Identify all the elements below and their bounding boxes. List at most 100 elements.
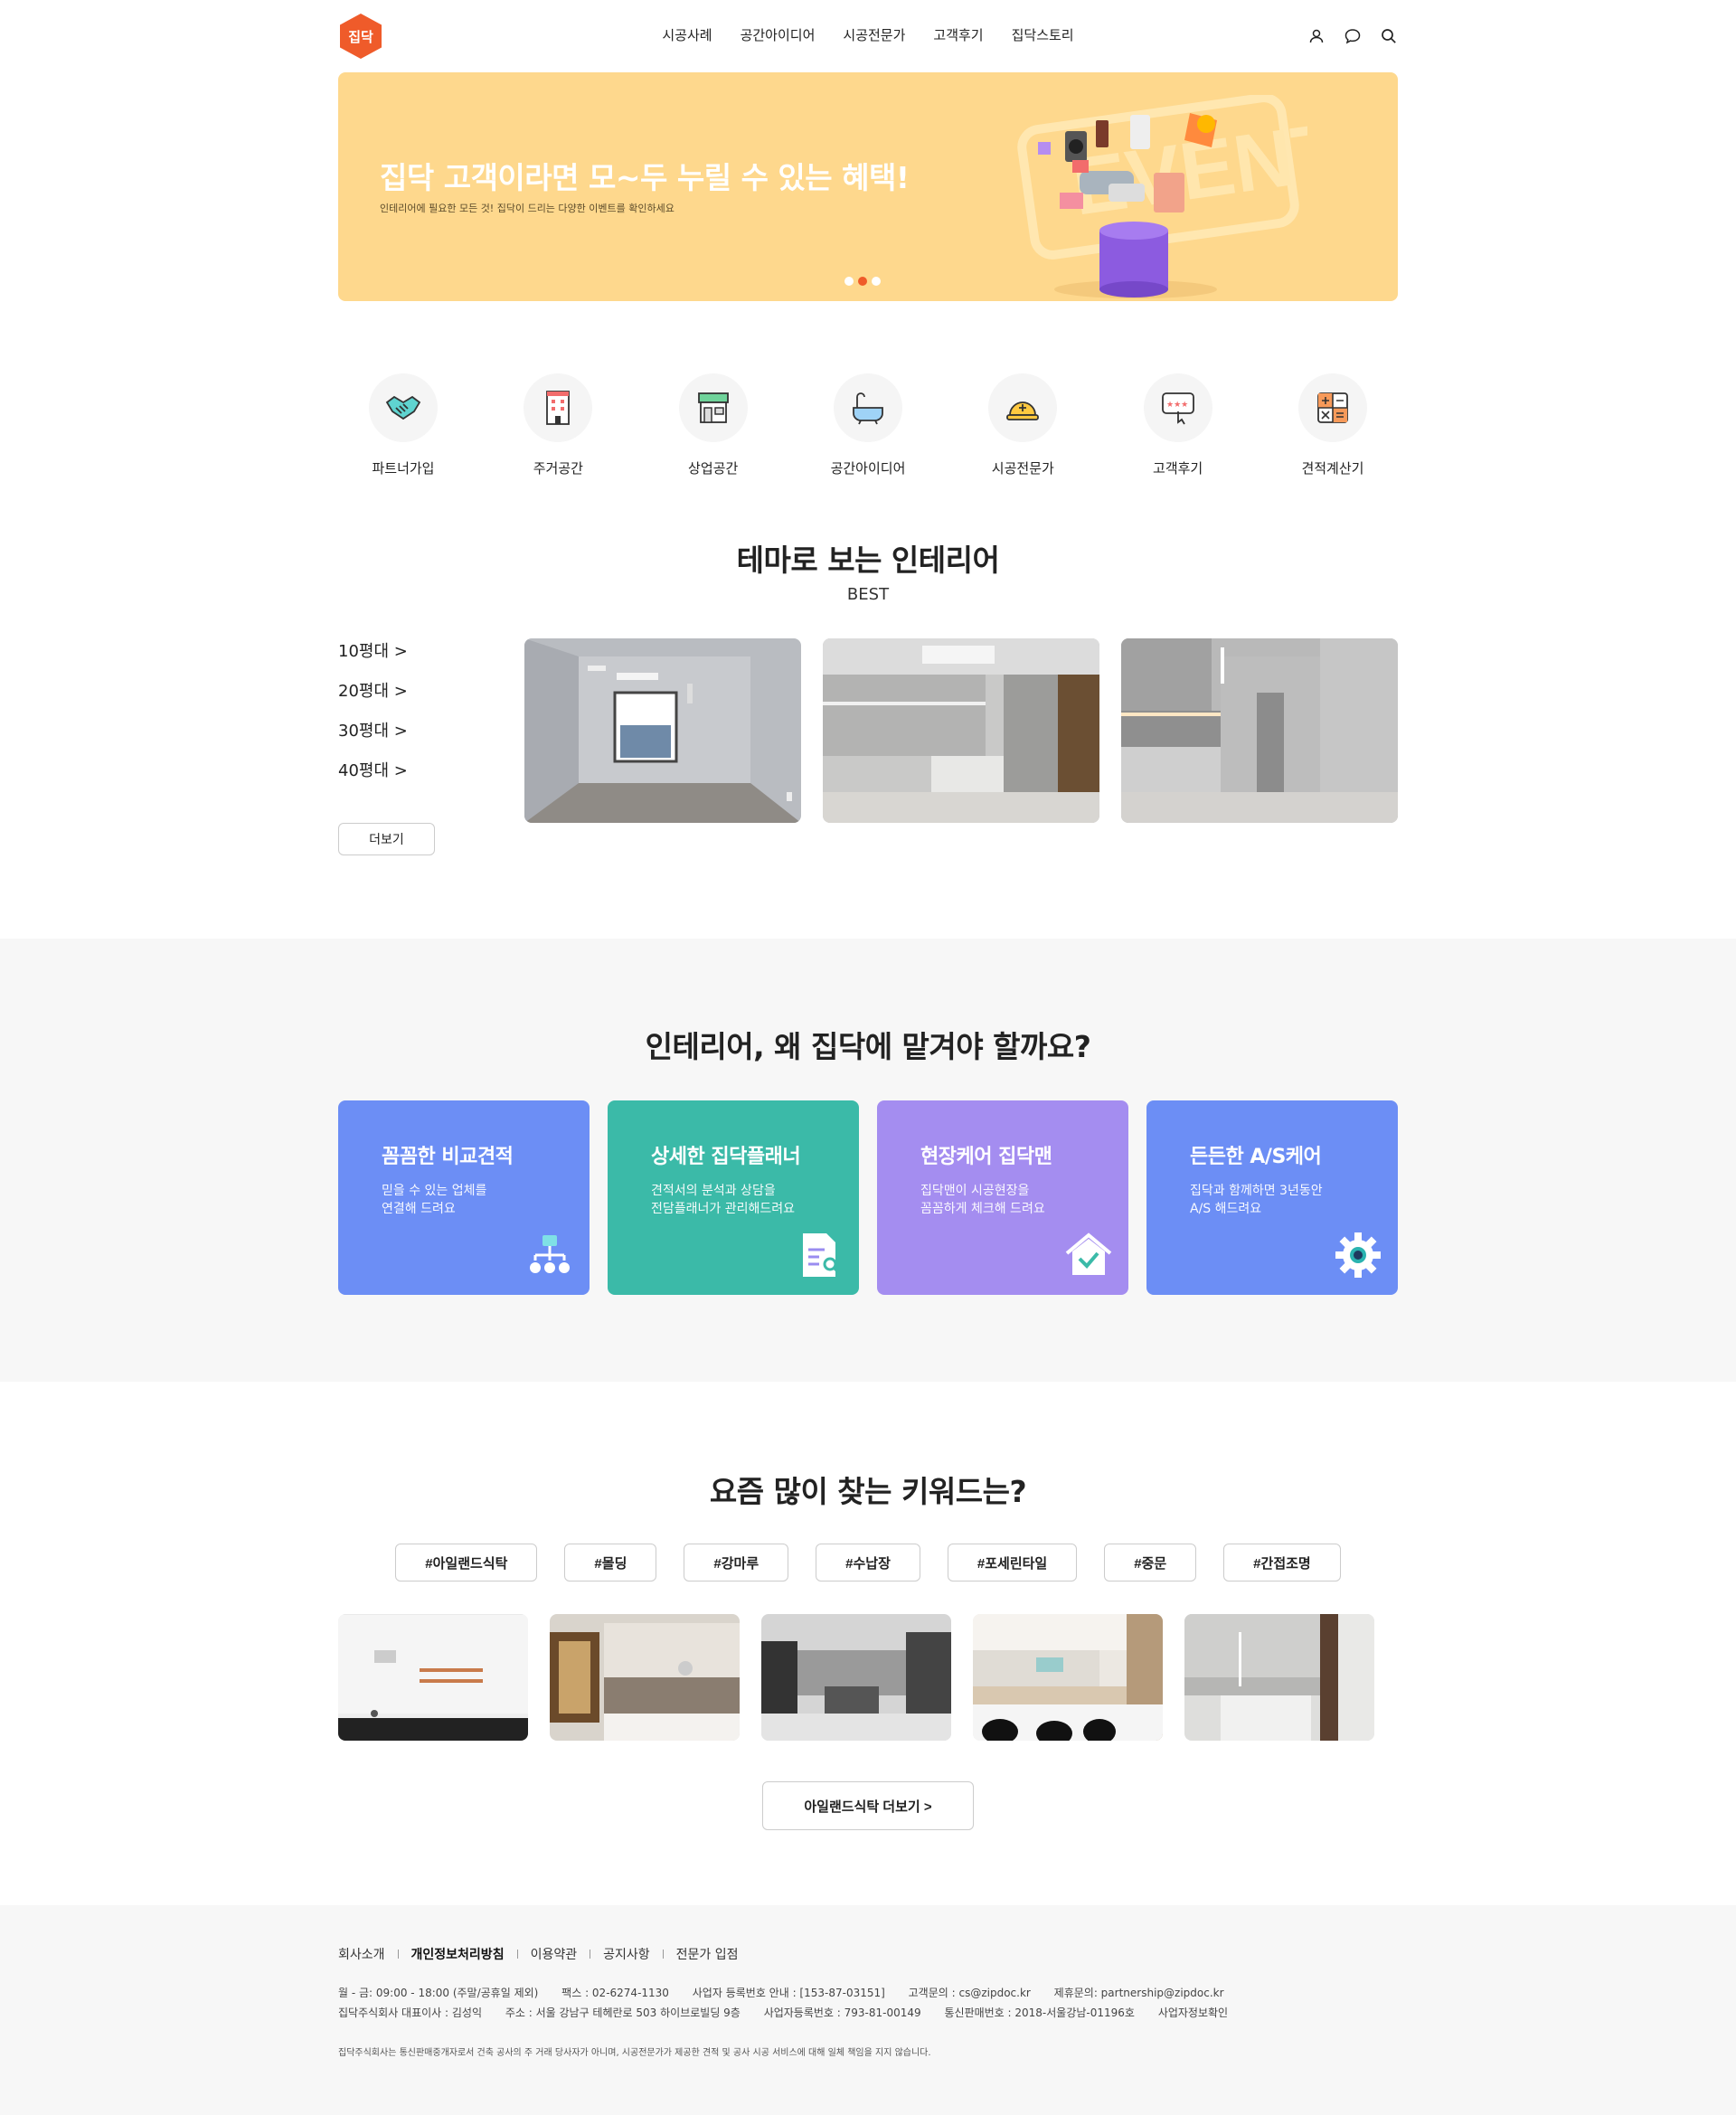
pagination-dot[interactable] xyxy=(844,277,854,286)
keyword-image[interactable] xyxy=(338,1614,528,1741)
card-desc-line: 전담플래너가 관리해드려요 xyxy=(651,1202,796,1216)
footer-link-expert-join[interactable]: 전문가 입점 xyxy=(676,1945,739,1963)
tag-molding[interactable]: #몰딩 xyxy=(564,1544,657,1582)
site-footer: 회사소개 개인정보처리방침 이용약관 공지사항 전문가 입점 월 - 금: 09… xyxy=(0,1905,1736,2115)
fax: 팩스 : 02-6274-1130 xyxy=(561,1987,669,1999)
tag-island-table[interactable]: #아일랜드식탁 xyxy=(395,1544,538,1582)
card-desc-line: A/S 해드려요 xyxy=(1190,1202,1262,1216)
keyword-title: 요즘 많이 찾는 키워드는? xyxy=(709,1474,1027,1509)
card-desc-line: 믿을 수 있는 업체를 xyxy=(382,1184,487,1198)
theme-image[interactable] xyxy=(1121,638,1398,823)
quick-label: 공간아이디어 xyxy=(830,460,906,477)
footer-link-about[interactable]: 회사소개 xyxy=(338,1945,385,1963)
handshake-icon xyxy=(369,373,438,442)
card-desc: 믿을 수 있는 업체를연결해 드려요 xyxy=(382,1182,546,1218)
keyword-tags: #아일랜드식탁 #몰딩 #강마루 #수납장 #포세린타일 #중문 #간접조명 xyxy=(338,1544,1398,1582)
calculator-icon xyxy=(1297,373,1367,442)
banner-title: 집닥 고객이라면 모~두 누릴 수 있는 혜택! xyxy=(380,160,910,195)
card-desc: 집닥맨이 시공현장을꼼꼼하게 체크해 드려요 xyxy=(920,1182,1085,1218)
size-filter-10[interactable]: 10평대 > xyxy=(338,638,524,662)
size-filter-20[interactable]: 20평대 > xyxy=(338,678,524,702)
nav-story[interactable]: 집닥스토리 xyxy=(1012,25,1074,44)
card-desc: 집닥과 함께하면 3년동안 A/S 해드려요 xyxy=(1190,1182,1354,1218)
tag-porcelain-tile[interactable]: #포세린타일 xyxy=(947,1544,1078,1582)
keyword-image[interactable] xyxy=(1184,1614,1374,1741)
why-section: 인테리어, 왜 집닥에 맡겨야 할까요? 꼼꼼한 비교견적 믿을 수 있는 업체… xyxy=(0,939,1736,1382)
tag-indirect-lighting[interactable]: #간접조명 xyxy=(1223,1544,1341,1582)
gear-icon xyxy=(1335,1232,1381,1278)
business-hours: 월 - 금: 09:00 - 18:00 (주말/공휴일 제외) xyxy=(338,1987,539,1999)
theme-more-button[interactable]: 더보기 xyxy=(338,823,435,855)
bathtub-icon xyxy=(833,373,902,442)
size-filter-list: 10평대 > 20평대 > 30평대 > 40평대 > 더보기 xyxy=(338,638,524,855)
size-filter-30[interactable]: 30평대 > xyxy=(338,718,524,741)
nav-space-ideas[interactable]: 공간아이디어 xyxy=(741,25,816,44)
nav-experts[interactable]: 시공전문가 xyxy=(843,25,905,44)
search-icon[interactable] xyxy=(1380,27,1398,45)
zipdoc-logo[interactable]: 집닥 xyxy=(340,14,382,59)
card-desc-line: 견적서의 분석과 상담을 xyxy=(651,1184,776,1198)
theme-subtitle: BEST xyxy=(846,585,890,604)
quick-calculator[interactable]: 견적계산기 xyxy=(1278,373,1387,536)
quick-reviews[interactable]: ★★★ 고객후기 xyxy=(1124,373,1232,536)
user-icon[interactable] xyxy=(1307,27,1326,45)
card-planner[interactable]: 상세한 집닥플래너 견적서의 분석과 상담을전담플래너가 관리해드려요 xyxy=(608,1100,859,1295)
card-site-care[interactable]: 현장케어 집닥맨 집닥맨이 시공현장을 꼼꼼하게 체크해 드려요 xyxy=(877,1100,1128,1295)
quick-label: 상업공간 xyxy=(688,460,739,477)
card-desc-line: 꼼꼼하게 체크해 드려요 xyxy=(920,1202,1045,1216)
business-reg-number: 사업자 등록번호 안내 : [153-87-03151] xyxy=(692,1987,885,1999)
theme-image[interactable] xyxy=(823,638,1099,823)
footer-link-notice[interactable]: 공지사항 xyxy=(603,1945,650,1963)
card-desc-line: 연결해 드려요 xyxy=(382,1202,456,1216)
footer-link-terms[interactable]: 이용약관 xyxy=(531,1945,578,1963)
why-title: 인테리어, 왜 집닥에 맡겨야 할까요? xyxy=(645,1029,1091,1064)
ceo: 집닥주식회사 대표이사 : 김성익 xyxy=(338,2006,483,2019)
theme-section: 테마로 보는 인테리어 BEST 10평대 > 20평대 > 30평대 > 40… xyxy=(338,536,1398,855)
header-icons xyxy=(1307,27,1398,45)
divider xyxy=(662,1950,664,1959)
site-header: 집닥 시공사례 공간아이디어 시공전문가 고객후기 집닥스토리 xyxy=(338,0,1398,72)
chat-icon[interactable] xyxy=(1344,27,1362,45)
house-check-icon xyxy=(1065,1232,1112,1275)
pagination-dot[interactable] xyxy=(872,277,881,286)
partnership-email: 제휴문의: partnership@zipdoc.kr xyxy=(1053,1987,1224,1999)
nav-construction-cases[interactable]: 시공사례 xyxy=(662,25,712,44)
nav-reviews[interactable]: 고객후기 xyxy=(933,25,983,44)
customer-email: 고객문의 : cs@zipdoc.kr xyxy=(908,1987,1031,1999)
pagination-dot-active[interactable] xyxy=(858,277,867,286)
divider xyxy=(397,1950,399,1959)
banner-pagination xyxy=(844,277,881,286)
tag-middle-door[interactable]: #중문 xyxy=(1104,1544,1197,1582)
keyword-image[interactable] xyxy=(550,1614,740,1741)
store-icon xyxy=(678,373,748,442)
card-title: 상세한 집닥플래너 xyxy=(651,1146,801,1168)
quick-label: 주거공간 xyxy=(533,460,583,477)
footer-link-privacy[interactable]: 개인정보처리방침 xyxy=(411,1945,505,1963)
quick-label: 시공전문가 xyxy=(991,460,1054,477)
quick-residential[interactable]: 주거공간 xyxy=(504,373,612,536)
quick-commercial[interactable]: 상업공간 xyxy=(659,373,768,536)
quick-label: 고객후기 xyxy=(1153,460,1203,477)
keyword-image[interactable] xyxy=(973,1614,1163,1741)
quick-experts[interactable]: 시공전문가 xyxy=(968,373,1077,536)
card-desc: 견적서의 분석과 상담을전담플래너가 관리해드려요 xyxy=(651,1182,816,1218)
card-comparison-quote[interactable]: 꼼꼼한 비교견적 믿을 수 있는 업체를 연결해 드려요 xyxy=(338,1100,590,1295)
theme-image[interactable] xyxy=(524,638,801,823)
divider xyxy=(516,1950,518,1959)
tag-storage[interactable]: #수납장 xyxy=(816,1544,920,1582)
card-desc-line: 집닥맨이 시공현장을 xyxy=(920,1184,1030,1198)
quick-menu: 파트너가입 주거공간 상업공간 공간아이디어 시공전문가 ★★★ 고객후기 견적… xyxy=(338,301,1398,536)
mail-order-number: 통신판매번호 : 2018-서울강남-01196호 xyxy=(944,2006,1135,2019)
quick-space-ideas[interactable]: 공간아이디어 xyxy=(814,373,922,536)
card-as-care[interactable]: 든든한 A/S케어 집닥과 함께하면 3년동안 A/S 해드려요 xyxy=(1146,1100,1398,1295)
event-banner[interactable]: 집닥 고객이라면 모~두 누릴 수 있는 혜택! 인테리어에 필요한 모든 것!… xyxy=(338,72,1398,301)
quick-partner-signup[interactable]: 파트너가입 xyxy=(349,373,458,536)
keyword-more-button[interactable]: 아일랜드식탁 더보기 > xyxy=(762,1781,974,1830)
tag-wood-floor[interactable]: #강마루 xyxy=(684,1544,789,1582)
card-title: 든든한 A/S케어 xyxy=(1190,1146,1322,1168)
size-filter-40[interactable]: 40평대 > xyxy=(338,758,524,781)
footer-links: 회사소개 개인정보처리방침 이용약관 공지사항 전문가 입점 xyxy=(338,1945,1398,1963)
keyword-image[interactable] xyxy=(761,1614,951,1741)
business-info-link[interactable]: 사업자정보확인 xyxy=(1158,2006,1228,2019)
main-nav: 시공사례 공간아이디어 시공전문가 고객후기 집닥스토리 xyxy=(662,25,1073,44)
